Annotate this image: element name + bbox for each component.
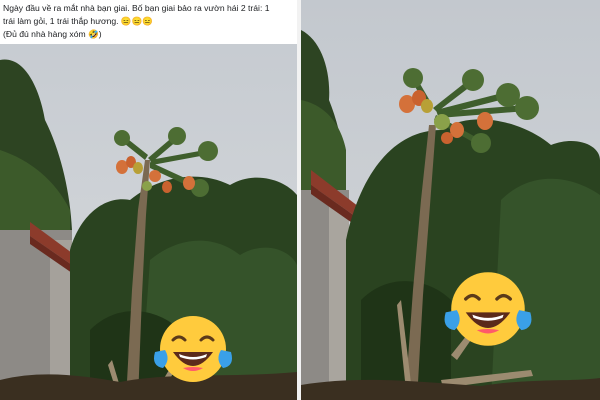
laughing-crying-emoji: [154, 316, 232, 382]
caption-line-3: (Đủ đú nhà hàng xóm 🤣): [3, 29, 102, 39]
left-garden-photo: [0, 0, 297, 400]
laughing-crying-emoji: [444, 272, 532, 346]
post-caption: Ngày đầu về ra mắt nhà bạn giai. Bố bạn …: [0, 0, 297, 44]
caption-line-2: trái làm gỏi, 1 trái thắp hương. 😑😑😑: [3, 16, 154, 26]
right-photo-panel: [301, 0, 600, 400]
caption-line-1: Ngày đầu về ra mắt nhà bạn giai. Bố bạn …: [3, 3, 270, 13]
left-photo-panel: Ngày đầu về ra mắt nhà bạn giai. Bố bạn …: [0, 0, 297, 400]
